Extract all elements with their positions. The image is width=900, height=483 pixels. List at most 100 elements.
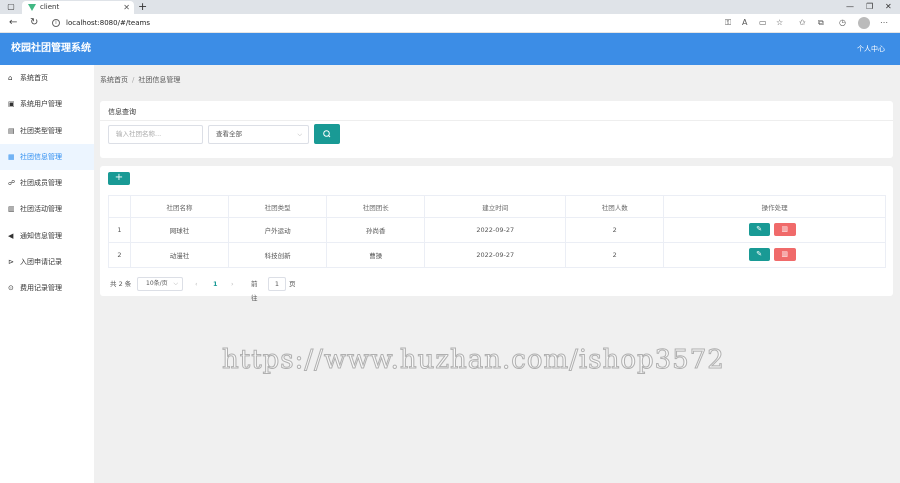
cell-created: 2022-09-27 — [424, 217, 567, 243]
reload-icon[interactable]: ↻ — [30, 17, 38, 29]
trash-icon: ▥ — [781, 249, 788, 258]
cell-type: 户外运动 — [228, 217, 328, 243]
reader-icon[interactable]: ▭ — [759, 18, 767, 28]
favorites-icon[interactable]: ✩ — [799, 18, 806, 28]
list-icon: ▤ — [8, 126, 15, 135]
key-icon[interactable]: ⚿ — [725, 18, 731, 28]
sidebar-item-label: 社团活动管理 — [20, 205, 62, 214]
current-page[interactable]: 1 — [213, 277, 218, 291]
history-icon[interactable]: ◷ — [839, 18, 846, 28]
page-unit-label: 页 — [289, 280, 296, 288]
sidebar-item-label: 费用记录管理 — [20, 284, 62, 293]
back-icon[interactable]: ← — [9, 17, 17, 29]
pagination: 共 2 条 10条/页 ⌵ ‹ 1 › 前往 1 页 — [110, 277, 296, 302]
app-title: 校园社团管理系统 — [11, 43, 91, 54]
table-row: 1 网球社 户外运动 孙尚香 2022-09-27 2 ✎ ▥ — [108, 217, 886, 243]
search-card: 信息查询 输入社团名称... 查看全部 ⌵ — [100, 101, 893, 158]
sidebar-item-label: 系统用户管理 — [20, 100, 62, 109]
club-type-select-value: 查看全部 — [216, 130, 242, 138]
more-options-icon[interactable]: ⋯ — [880, 18, 888, 28]
table-header-index — [108, 195, 131, 218]
table-header-actions: 操作处理 — [663, 195, 886, 218]
breadcrumb-home[interactable]: 系统首页 — [100, 76, 128, 84]
minimize-icon[interactable]: — — [846, 0, 854, 14]
close-tab-icon[interactable]: ✕ — [123, 1, 130, 14]
club-name-input[interactable]: 输入社团名称... — [108, 125, 203, 144]
sidebar-item-label: 社团成员管理 — [20, 179, 62, 188]
trash-icon: ▥ — [781, 224, 788, 233]
table-header-name: 社团名称 — [129, 195, 230, 218]
sidebar-item-club-info[interactable]: ▦ 社团信息管理 — [0, 143, 94, 171]
table-card: + 社团名称 社团类型 社团团长 建立时间 社团人数 操作处理 1 网球社 户外… — [100, 166, 893, 302]
home-icon: ⌂ — [8, 74, 13, 82]
profile-avatar[interactable] — [858, 17, 870, 29]
search-button[interactable] — [314, 124, 340, 144]
cell-actions: ✎ ▥ — [663, 217, 886, 243]
read-aloud-icon[interactable]: A — [742, 18, 747, 28]
prev-page-icon[interactable]: ‹ — [195, 277, 198, 291]
divider — [100, 120, 893, 121]
page-size-value: 10条/页 — [146, 280, 168, 287]
club-type-select[interactable]: 查看全部 ⌵ — [208, 125, 309, 144]
coin-icon: ⊙ — [8, 284, 14, 293]
edit-icon: ✎ — [756, 224, 763, 233]
sidebar-item-label: 社团类型管理 — [20, 126, 62, 135]
site-info-icon[interactable]: i — [52, 19, 60, 27]
cell-leader: 曹操 — [326, 242, 426, 268]
next-page-icon[interactable]: › — [231, 277, 234, 291]
page-size-select[interactable]: 10条/页 ⌵ — [137, 277, 183, 291]
row-index: 1 — [108, 217, 131, 243]
search-icon — [323, 130, 331, 138]
sidebar-item-applications[interactable]: ⊳ 入团申请记录 — [0, 249, 94, 275]
window-menu-icon[interactable]: ▢ — [6, 2, 16, 12]
edit-icon: ✎ — [756, 249, 763, 258]
breadcrumb: 系统首页 / 社团信息管理 — [100, 75, 180, 85]
browser-tab[interactable]: client ✕ — [22, 1, 134, 14]
table-header-leader: 社团团长 — [326, 195, 426, 218]
breadcrumb-separator: / — [132, 76, 135, 84]
app-header: 校园社团管理系统 个人中心 — [0, 33, 900, 65]
url-text: localhost:8080/#/teams — [66, 19, 150, 27]
cell-type: 科技创新 — [228, 242, 328, 268]
cell-name: 网球社 — [129, 217, 230, 243]
breadcrumb-current: 社团信息管理 — [138, 76, 181, 84]
sidebar-item-club-activities[interactable]: ▥ 社团活动管理 — [0, 196, 94, 222]
plus-icon: + — [114, 172, 124, 183]
table-header-members: 社团人数 — [565, 195, 665, 218]
chevron-down-icon: ⌵ — [297, 131, 302, 138]
close-window-icon[interactable]: ✕ — [885, 0, 892, 14]
restore-icon[interactable]: ❐ — [866, 0, 873, 14]
browser-tab-title: client — [40, 3, 60, 11]
apply-icon: ⊳ — [8, 258, 14, 267]
user-center-menu[interactable]: 个人中心 — [857, 44, 885, 54]
table-header-created: 建立时间 — [424, 195, 567, 218]
sidebar-item-users[interactable]: ▣ 系统用户管理 — [0, 91, 94, 117]
sidebar-item-home[interactable]: ⌂ 系统首页 — [0, 65, 94, 91]
goto-page-input[interactable]: 1 — [268, 277, 286, 291]
favorite-add-icon[interactable]: ☆ — [776, 18, 783, 28]
table-row: 2 动漫社 科技创新 曹操 2022-09-27 2 ✎ ▥ — [108, 242, 886, 268]
sidebar-item-notifications[interactable]: ◀ 通知信息管理 — [0, 223, 94, 249]
delete-button[interactable]: ▥ — [773, 222, 796, 236]
watermark: https://www.huzhan.com/ishop3572 — [222, 345, 725, 376]
table-header-row: 社团名称 社团类型 社团团长 建立时间 社团人数 操作处理 — [108, 195, 886, 218]
delete-button[interactable]: ▥ — [773, 247, 796, 261]
cell-members: 2 — [565, 217, 665, 243]
new-tab-icon[interactable]: + — [138, 0, 147, 14]
url-field[interactable]: i localhost:8080/#/teams — [52, 17, 732, 30]
cell-actions: ✎ ▥ — [663, 242, 886, 268]
sidebar-item-label: 入团申请记录 — [20, 258, 62, 267]
sidebar-item-label: 系统首页 — [20, 74, 48, 82]
doc-icon: ▦ — [8, 152, 15, 161]
edit-button[interactable]: ✎ — [748, 222, 770, 236]
sidebar-item-club-members[interactable]: ☍ 社团成员管理 — [0, 170, 94, 196]
search-card-title: 信息查询 — [108, 108, 136, 116]
sidebar-item-fees[interactable]: ⊙ 费用记录管理 — [0, 275, 94, 301]
sidebar-item-label: 通知信息管理 — [20, 231, 62, 240]
sidebar-item-club-types[interactable]: ▤ 社团类型管理 — [0, 118, 94, 144]
club-table: 社团名称 社团类型 社团团长 建立时间 社团人数 操作处理 1 网球社 户外运动… — [108, 195, 886, 268]
add-club-button[interactable]: + — [108, 172, 130, 185]
members-icon: ☍ — [8, 179, 16, 188]
collections-icon[interactable]: ⧉ — [818, 18, 824, 28]
edit-button[interactable]: ✎ — [748, 247, 770, 261]
